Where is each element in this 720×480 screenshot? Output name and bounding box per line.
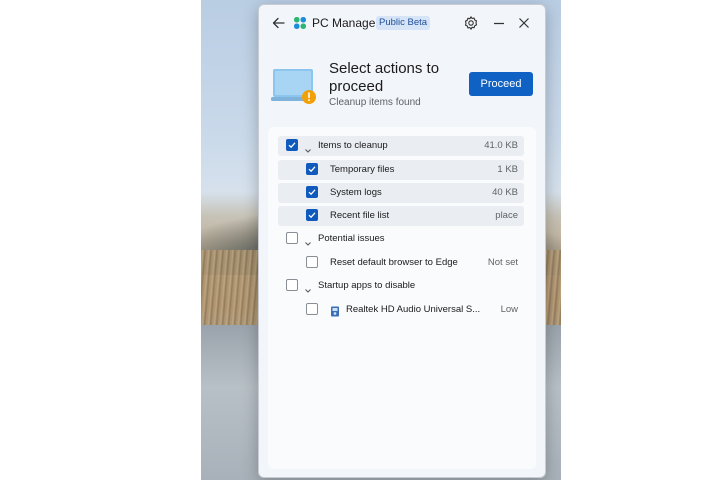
beta-badge: Public Beta [376,16,431,30]
checkbox-checked[interactable] [306,209,318,221]
checkbox-checked[interactable] [306,163,318,175]
item-reset-default-browser[interactable]: Reset default browser to Edge Not set [278,253,524,273]
app-title: PC Manager [312,16,380,30]
group-startup-apps[interactable]: Startup apps to disable [278,276,524,296]
item-recent-file-list[interactable]: Recent file list place [278,206,524,226]
proceed-button[interactable]: Proceed [469,72,533,96]
group-label: Items to cleanup [318,140,388,151]
item-system-logs[interactable]: System logs 40 KB [278,183,524,203]
title-bar: PC Manager Public Beta [259,5,545,41]
group-potential-issues[interactable]: Potential issues [278,229,524,249]
checkbox-unchecked[interactable] [286,279,298,291]
checkbox-unchecked[interactable] [306,256,318,268]
checkbox-checked[interactable] [286,139,298,151]
checkbox-checked[interactable] [306,186,318,198]
hero-title: Select actions to proceed [329,60,440,95]
laptop-warning-icon [271,67,317,107]
item-size: 40 KB [492,187,518,198]
minimize-icon[interactable] [491,15,507,31]
item-realtek-audio[interactable]: Realtek HD Audio Universal S... Low [278,300,524,320]
item-status: Not set [487,257,518,268]
item-label: Recent file list [330,210,390,221]
cleanup-list-panel: Items to cleanup 41.0 KB Temporary files… [268,127,536,469]
hero-subtitle: Cleanup items found [329,97,421,108]
group-items-to-cleanup[interactable]: Items to cleanup 41.0 KB [278,136,524,156]
item-impact: Low [500,304,518,315]
item-label: Temporary files [330,164,395,175]
item-label: Reset default browser to Edge [330,257,458,268]
checkbox-unchecked[interactable] [286,232,298,244]
group-size: 41.0 KB [484,140,518,151]
item-label: Realtek HD Audio Universal S... [346,304,481,315]
item-label: System logs [330,187,382,198]
chevron-down-icon[interactable] [304,142,312,153]
close-icon[interactable] [516,15,532,31]
group-label: Potential issues [318,233,385,244]
pc-manager-logo-icon [293,16,307,30]
realtek-app-icon [330,304,340,317]
gear-icon[interactable] [463,15,479,31]
item-size: 1 KB [497,164,518,175]
item-size: place [495,210,518,221]
pc-manager-window: PC Manager Public Beta Select actions to… [258,4,546,478]
checkbox-unchecked[interactable] [306,303,318,315]
chevron-down-icon[interactable] [304,235,312,246]
chevron-down-icon[interactable] [304,282,312,293]
group-label: Startup apps to disable [318,280,416,291]
item-temporary-files[interactable]: Temporary files 1 KB [278,160,524,180]
back-arrow-icon[interactable] [271,15,287,31]
